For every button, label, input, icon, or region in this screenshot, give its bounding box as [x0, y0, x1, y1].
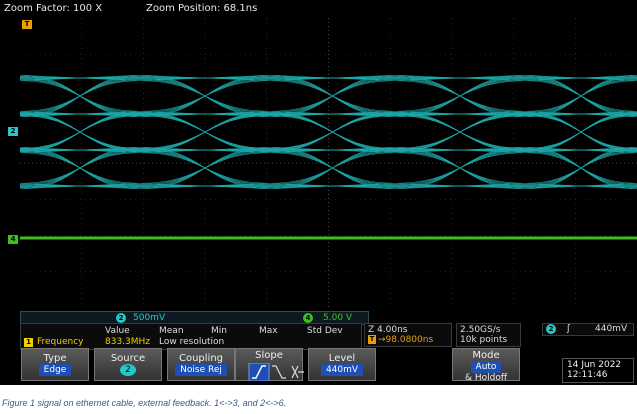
source-button[interactable]: Source 2 — [94, 348, 162, 381]
ch2-offset-marker[interactable]: 2 — [8, 127, 18, 136]
type-label: Type — [43, 353, 67, 364]
meas-source-badge: 1 — [24, 338, 33, 347]
figure-caption: Figure 1 signal on ethernet cable, exter… — [2, 398, 287, 408]
trigger-source-badge: 2 — [546, 324, 556, 334]
rising-edge-icon: ʃ — [567, 324, 571, 334]
source-value: 2 — [120, 364, 136, 376]
mode-label: Mode — [472, 350, 500, 361]
ch4-badge[interactable]: 4 — [303, 313, 313, 323]
meas-header-mean: Mean — [159, 326, 184, 336]
zoom-status-bar: Zoom Factor: 100 X Zoom Position: 68.1ns — [0, 0, 637, 18]
type-value: Edge — [38, 364, 72, 376]
meas-note: Low resolution — [159, 337, 225, 347]
mode-value: Auto — [470, 361, 502, 373]
coupling-value: Noise Rej — [175, 364, 227, 376]
type-button[interactable]: Type Edge — [21, 348, 89, 381]
measurement-panel[interactable]: Value Mean Min Max Std Dev 1 Frequency 8… — [20, 323, 362, 350]
trigger-position-marker[interactable]: T — [22, 20, 32, 29]
meas-name: Frequency — [37, 337, 84, 347]
sample-rate: 2.50GS/s — [460, 325, 501, 335]
time: 12:11:46 — [567, 370, 608, 380]
ch2-eye-pattern — [20, 74, 637, 190]
record-length: 10k points — [460, 335, 508, 345]
date-time-display: 14 Jun 2022 12:11:46 — [562, 358, 634, 383]
oscilloscope-screen: Zoom Factor: 100 X Zoom Position: 68.1ns… — [0, 0, 637, 385]
trigger-readout[interactable]: 2 ʃ 440mV — [542, 323, 634, 336]
slope-label: Slope — [255, 350, 283, 361]
level-label: Level — [328, 353, 356, 364]
level-value: 440mV — [320, 364, 364, 376]
meas-header-value: Value — [105, 326, 130, 336]
trigger-position: →98.0800ns — [378, 335, 434, 345]
meas-value: 833.3MHz — [105, 337, 151, 347]
timebase-readout[interactable]: Z 4.00ns T →98.0800ns — [364, 323, 452, 347]
slope-button[interactable]: Slope — [235, 348, 304, 381]
meas-header-stddev: Std Dev — [307, 326, 343, 336]
level-button[interactable]: Level 440mV — [308, 348, 376, 381]
coupling-label: Coupling — [178, 353, 224, 364]
trigger-icon: T — [368, 335, 376, 344]
ch2-badge[interactable]: 2 — [116, 313, 126, 323]
either-slope-icon — [291, 365, 304, 379]
mode-button[interactable]: Mode Auto & Holdoff — [452, 348, 520, 383]
zoom-factor: Zoom Factor: 100 X — [4, 3, 103, 14]
zoom-position: Zoom Position: 68.1ns — [146, 3, 258, 14]
waveform-display — [20, 18, 637, 308]
meas-header-min: Min — [211, 326, 227, 336]
date: 14 Jun 2022 — [567, 360, 622, 370]
coupling-button[interactable]: Coupling Noise Rej — [167, 348, 235, 381]
source-label: Source — [110, 353, 146, 364]
timebase-scale: Z 4.00ns — [368, 325, 408, 335]
trigger-level: 440mV — [595, 324, 628, 334]
falling-slope-icon — [272, 365, 286, 379]
ch4-offset-marker[interactable]: 4 — [8, 235, 18, 244]
acquisition-readout[interactable]: 2.50GS/s 10k points — [456, 323, 521, 347]
mode-extra: & Holdoff — [464, 373, 508, 383]
meas-header-max: Max — [259, 326, 278, 336]
